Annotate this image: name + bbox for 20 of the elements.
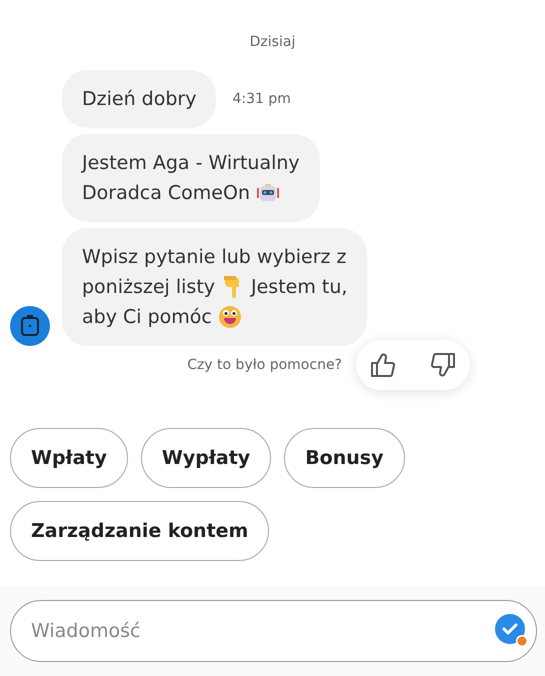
message-text: Wpisz pytanie lub wybierz z: [82, 245, 347, 270]
quick-reply-button[interactable]: Wpłaty: [10, 428, 128, 488]
quick-reply-button[interactable]: Zarządzanie kontem: [10, 501, 270, 561]
message-text: Dzień dobry: [82, 87, 196, 112]
thumbs-down-icon[interactable]: [430, 352, 456, 378]
send-check-icon[interactable]: [495, 614, 529, 648]
smiley-icon: [218, 305, 242, 329]
thumbs-up-icon[interactable]: [370, 352, 396, 378]
quick-reply-button[interactable]: Wypłaty: [140, 428, 272, 488]
message-text: Jestem Aga - Wirtualny: [82, 151, 300, 176]
date-label: Dzisiaj: [248, 34, 296, 50]
message-text: Jestem tu,: [251, 275, 348, 300]
quick-reply-button[interactable]: Bonusy: [284, 428, 404, 488]
message-text: aby Ci pomóc: [82, 305, 212, 330]
message-time: 4:31 pm: [232, 91, 291, 107]
message-text: Doradca ComeOn: [82, 181, 250, 206]
message-input[interactable]: Wiadomość: [10, 600, 537, 662]
feedback-question: Czy to było pomocne?: [187, 357, 342, 373]
bot-avatar-icon: [10, 306, 50, 346]
message-text: poniższej listy: [82, 275, 216, 300]
